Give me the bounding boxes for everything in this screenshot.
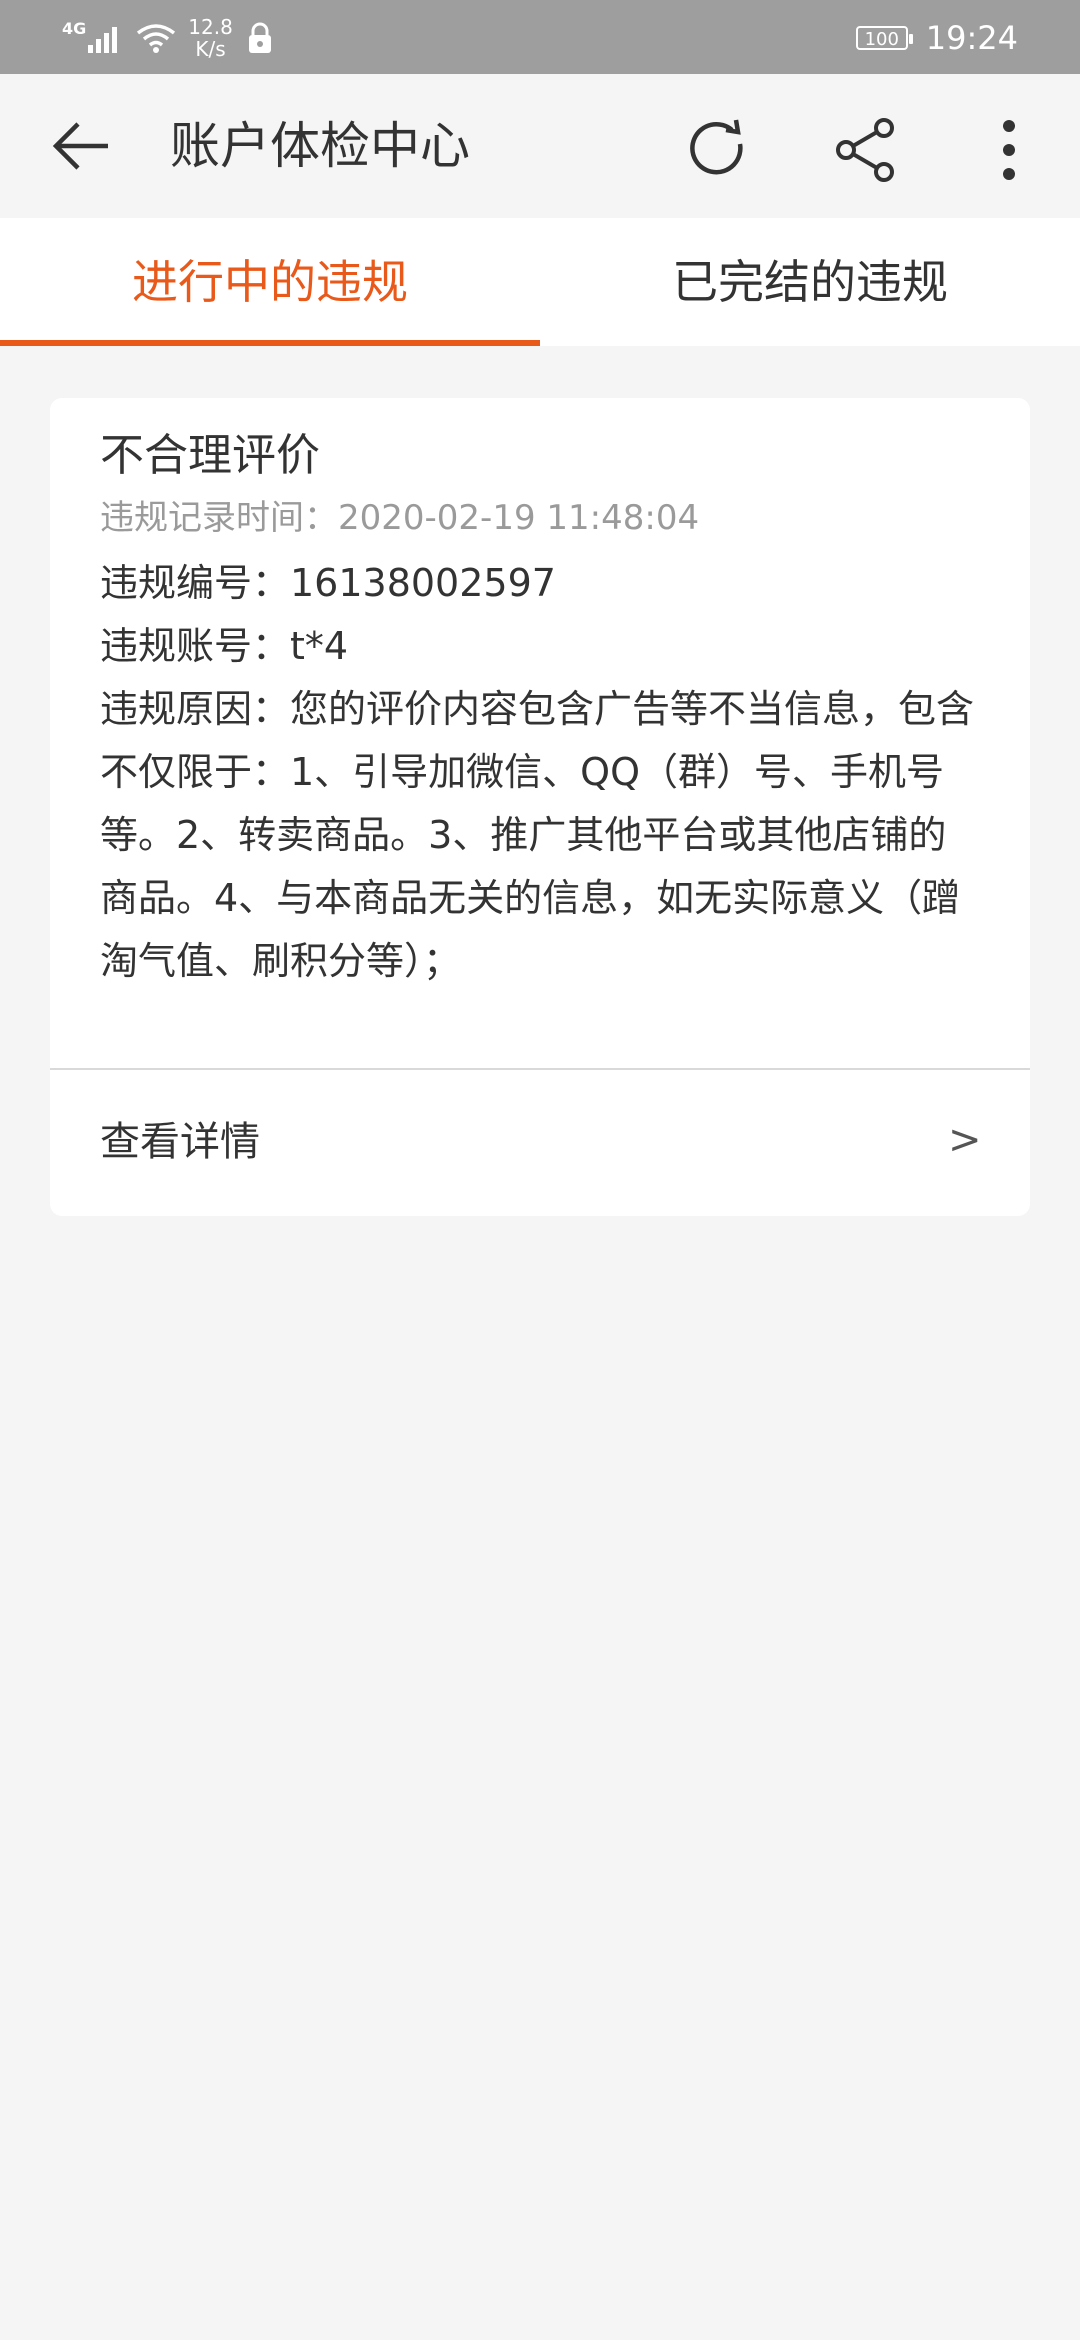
violation-number: 违规编号：16138002597 bbox=[100, 561, 556, 605]
chevron-right-icon: > bbox=[948, 1117, 982, 1163]
refresh-icon[interactable] bbox=[682, 114, 754, 186]
more-vertical-icon[interactable] bbox=[984, 114, 1034, 186]
view-details-label: 查看详情 bbox=[100, 1119, 260, 1165]
battery-icon: 100 bbox=[855, 26, 913, 50]
violation-account: 违规账号：t*4 bbox=[100, 624, 349, 668]
status-right: 100 19:24 bbox=[855, 14, 1018, 62]
wifi-icon bbox=[137, 24, 176, 53]
signal-icon bbox=[88, 27, 118, 53]
page-title: 账户体检中心 bbox=[170, 117, 470, 175]
share-icon[interactable] bbox=[830, 114, 902, 186]
tab-completed-violations[interactable]: 已完结的违规 bbox=[540, 218, 1080, 346]
view-details-row[interactable]: 查看详情 > bbox=[50, 1070, 1030, 1216]
back-arrow-icon[interactable] bbox=[50, 118, 114, 174]
app-header: 账户体检中心 bbox=[0, 74, 1080, 218]
status-bar: 4G 12.8 K/s 100 19:24 bbox=[0, 0, 1080, 74]
status-left: 4G 12.8 K/s bbox=[62, 14, 275, 62]
network-speed: 12.8 K/s bbox=[188, 15, 233, 61]
violation-reason: 违规原因：您的评价内容包含广告等不当信息，包含不仅限于：1、引导加微信、QQ（群… bbox=[100, 687, 975, 983]
clock: 19:24 bbox=[925, 19, 1018, 57]
network-type: 4G bbox=[62, 18, 87, 38]
lock-icon bbox=[248, 22, 271, 53]
violation-title: 不合理评价 bbox=[100, 430, 320, 481]
violation-record-time: 违规记录时间：2020-02-19 11:48:04 bbox=[100, 498, 700, 538]
tab-bar: 进行中的违规 已完结的违规 bbox=[0, 218, 1080, 346]
tab-ongoing-violations[interactable]: 进行中的违规 bbox=[0, 218, 540, 346]
violation-card: 不合理评价 违规记录时间：2020-02-19 11:48:04 违规编号：16… bbox=[50, 398, 1030, 1216]
